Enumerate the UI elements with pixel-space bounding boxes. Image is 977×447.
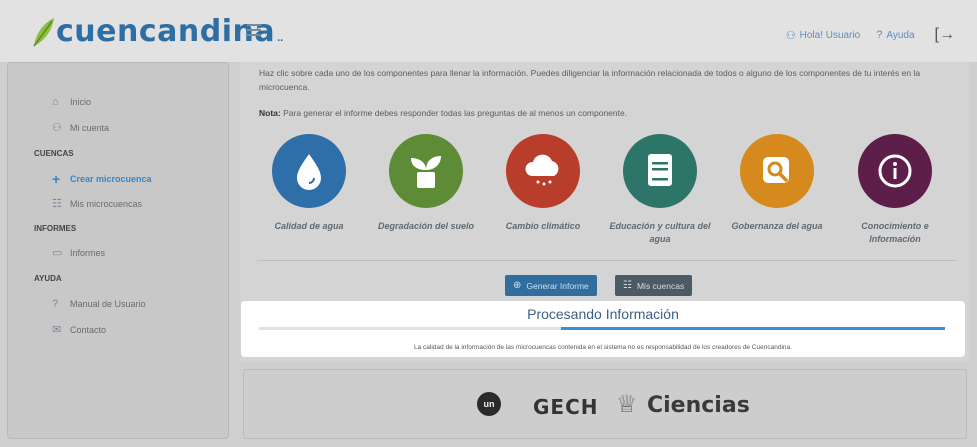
sidebar-item-crear-microcuenca[interactable]: + Crear microcuenca — [52, 171, 152, 187]
help-label: Ayuda — [886, 29, 915, 41]
sidebar-item-label: Contacto — [70, 324, 107, 335]
hamburger-menu-icon[interactable] — [247, 24, 261, 39]
search-icon — [763, 157, 789, 183]
component-circle — [506, 134, 580, 208]
question-icon: ? — [876, 29, 883, 41]
folder-icon: ▭ — [52, 247, 63, 259]
component-label: Gobernanza del agua — [731, 221, 823, 231]
component-calidad-agua[interactable]: Calidad de agua — [250, 134, 368, 233]
ciencias-logo: Ciencias — [647, 393, 750, 418]
sidebar-item-inicio[interactable]: ⌂ Inicio — [52, 96, 91, 108]
my-basins-button[interactable]: ☷ Mis cuencas — [615, 275, 693, 296]
dialog-title: Procesando Información — [527, 306, 679, 322]
logout-icon[interactable]: [→ — [935, 26, 955, 44]
book-icon — [648, 154, 672, 186]
component-label: Calidad de agua — [274, 221, 344, 231]
component-label: Degradación del suelo — [377, 221, 475, 231]
component-circle — [272, 134, 346, 208]
sidebar-item-mi-cuenta[interactable]: ⚇ Mi cuenta — [52, 121, 109, 134]
un-logo: un — [477, 392, 501, 416]
database-icon: ☷ — [623, 280, 632, 291]
leaf-logo-icon — [33, 17, 54, 46]
processing-dialog: Procesando Información La calidad de la … — [241, 301, 965, 357]
component-circle — [858, 134, 932, 208]
disclaimer-text: La calidad de la información de las micr… — [414, 344, 792, 351]
user-menu[interactable]: ⚇ Hola! Usuario — [786, 29, 860, 42]
user-icon: ⚇ — [785, 29, 796, 42]
logo-suffix: .. — [277, 31, 284, 44]
sidebar-heading-ayuda: AYUDA — [34, 274, 62, 283]
footer-logos: un GECH ♕ Ciencias — [243, 369, 967, 439]
water-drop-icon — [297, 154, 321, 190]
component-label: Educación y cultura del agua — [609, 221, 711, 244]
sidebar-heading-informes: INFORMES — [34, 224, 77, 233]
sidebar-item-label: Mis microcuencas — [70, 198, 143, 209]
sidebar-item-label: Mi cuenta — [70, 122, 110, 133]
database-icon: ☷ — [52, 198, 62, 210]
sidebar-item-label: Manual de Usuario — [70, 299, 146, 309]
component-degradacion-suelo[interactable]: Degradación del suelo — [367, 134, 485, 233]
sidebar-item-label: Crear microcuenca — [70, 174, 152, 184]
sidebar-item-label: Inicio — [70, 97, 92, 107]
user-greeting: Hola! Usuario — [799, 29, 861, 41]
component-circle — [389, 134, 463, 208]
sidebar-item-manual[interactable]: ? Manual de Usuario — [52, 298, 146, 310]
gech-logo: GECH — [533, 395, 599, 419]
plus-icon: + — [52, 171, 61, 187]
component-conocimiento[interactable]: Conocimiento e Información — [836, 134, 954, 246]
app-logo[interactable]: cuencandina .. — [30, 14, 283, 49]
note-text: Nota: Para generar el informe debes resp… — [259, 108, 627, 118]
note-body: Para generar el informe debes responder … — [280, 108, 628, 118]
home-icon: ⌂ — [52, 96, 59, 108]
sidebar-heading-cuencas: CUENCAS — [34, 149, 74, 158]
ciencias-emblem-icon: ♕ — [616, 391, 638, 418]
sidebar-item-contacto[interactable]: ✉ Contacto — [52, 323, 106, 336]
info-icon — [878, 154, 912, 188]
sidebar-item-label: Informes — [70, 247, 106, 258]
question-icon: ? — [52, 298, 59, 310]
generate-icon: ⊕ — [513, 280, 522, 291]
top-bar: cuencandina .. ⚇ Hola! Usuario ? Ayuda [… — [0, 0, 977, 62]
component-circle — [740, 134, 814, 208]
cloud-rain-icon — [525, 154, 559, 186]
component-label: Conocimiento e Información — [861, 221, 929, 244]
component-educacion-cultura[interactable]: Educación y cultura del agua — [601, 134, 719, 246]
help-link[interactable]: ? Ayuda — [876, 29, 914, 41]
sidebar: ⌂ Inicio ⚇ Mi cuenta CUENCAS + Crear mic… — [7, 62, 229, 439]
component-cambio-climatico[interactable]: Cambio climático — [484, 134, 602, 233]
my-basins-label: Mis cuencas — [636, 280, 685, 291]
note-label: Nota: — [259, 108, 281, 118]
divider — [257, 260, 957, 261]
user-icon: ⚇ — [52, 122, 62, 134]
progress-fill — [560, 327, 945, 330]
generate-report-label: Generar Informe — [526, 280, 589, 291]
sidebar-item-mis-microcuencas[interactable]: ☷ Mis microcuencas — [52, 197, 142, 210]
intro-text: Haz clic sobre cada uno de los component… — [259, 68, 921, 92]
plant-icon — [411, 156, 441, 188]
component-label: Cambio climático — [505, 221, 581, 231]
generate-report-button[interactable]: ⊕ Generar Informe — [505, 275, 597, 296]
mail-icon: ✉ — [52, 324, 62, 336]
logo-text: cuencandina — [56, 14, 276, 49]
component-gobernanza[interactable]: Gobernanza del agua — [718, 134, 836, 233]
progress-bar — [259, 327, 945, 330]
sidebar-item-informes[interactable]: ▭ Informes — [52, 246, 105, 259]
component-circle — [623, 134, 697, 208]
